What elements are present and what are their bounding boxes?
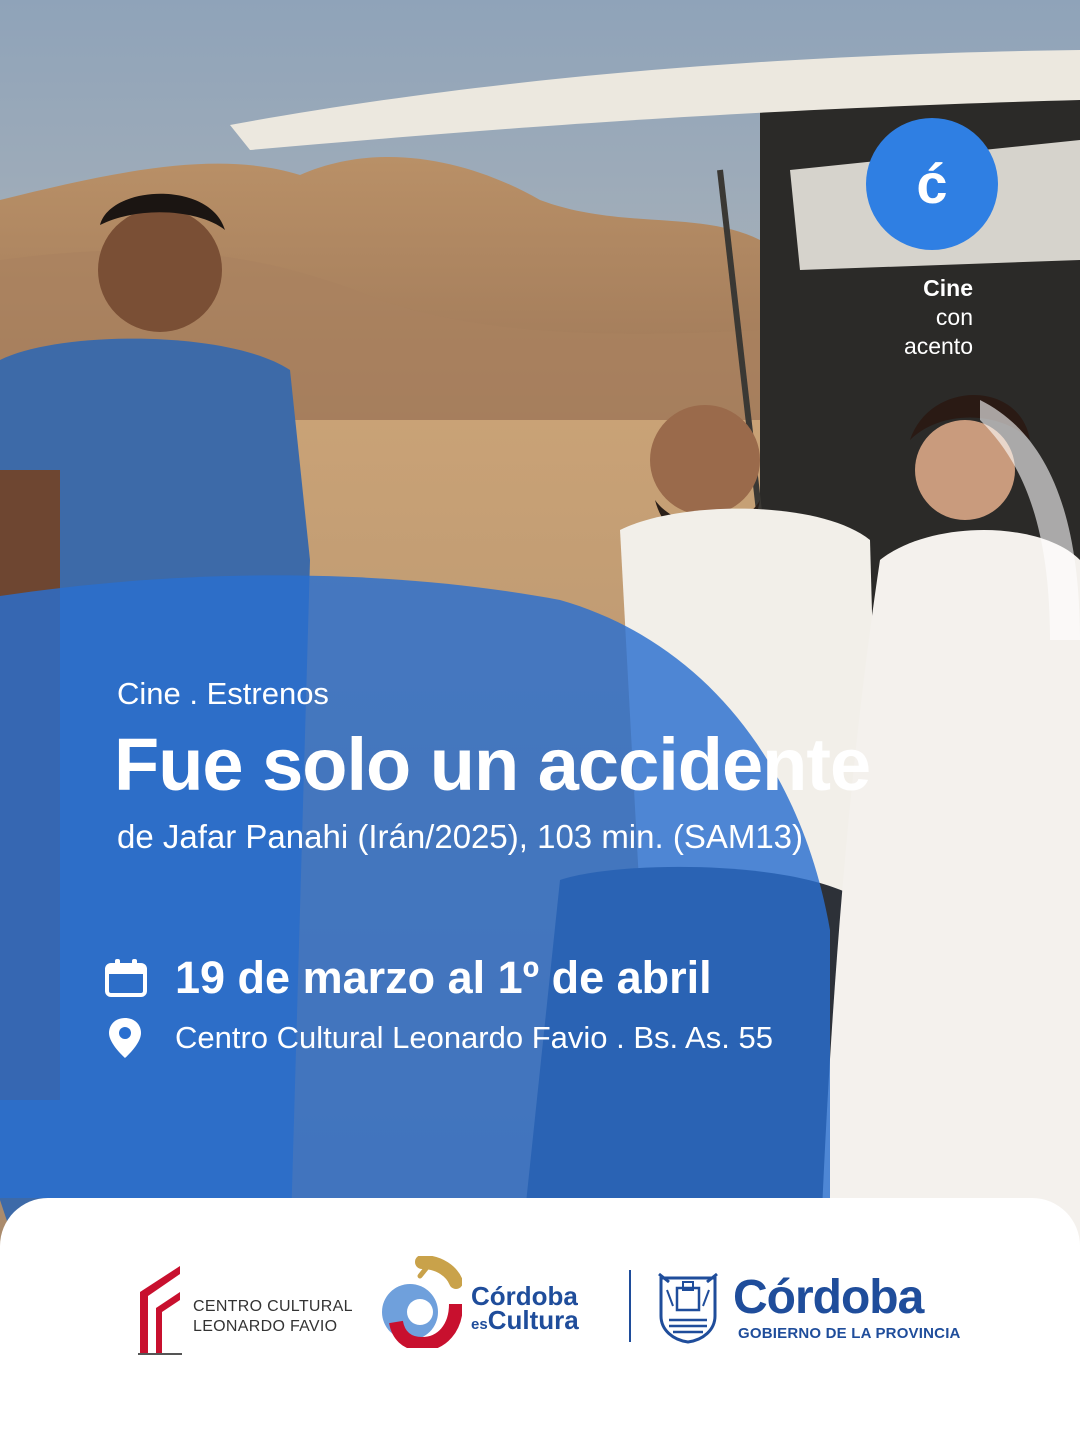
badge-tagline: Cine con acento	[904, 274, 973, 361]
cec-line-2: Cultura	[487, 1305, 579, 1335]
favio-logo-icon	[138, 1266, 182, 1355]
gobierno-cordoba-name: Córdoba	[733, 1271, 924, 1324]
favio-line-2: LEONARDO FAVIO	[193, 1318, 338, 1335]
logo-divider	[629, 1270, 631, 1342]
gobierno-cordoba-subtitle: GOBIERNO DE LA PROVINCIA	[738, 1325, 961, 1342]
tagline-line-3: acento	[903, 333, 973, 359]
tagline-line-1: Cine	[923, 275, 973, 301]
cine-con-acento-badge: ć	[866, 118, 998, 250]
calendar-icon	[105, 959, 147, 997]
location-pin-icon	[109, 1018, 141, 1058]
provincial-crest-icon	[658, 1272, 718, 1344]
cec-small-es: es	[471, 1316, 488, 1333]
event-category: Cine . Estrenos	[117, 676, 329, 711]
film-title: Fue solo un accidente	[114, 723, 871, 806]
cordoba-es-cultura-icon	[382, 1256, 462, 1348]
event-poster: ć Cine con acento Cine . Estrenos Fue so…	[0, 0, 1080, 1440]
tagline-line-2: con	[935, 304, 973, 330]
badge-letter: ć	[916, 152, 948, 215]
sponsor-footer: CENTRO CULTURAL LEONARDO FAVIO Córdoba e…	[0, 1198, 1080, 1440]
favio-line-1: CENTRO CULTURAL	[193, 1298, 353, 1315]
event-venue: Centro Cultural Leonardo Favio . Bs. As.…	[175, 1020, 773, 1055]
cordoba-es-cultura-text: Córdoba esCultura	[471, 1283, 579, 1337]
favio-logo-text: CENTRO CULTURAL LEONARDO FAVIO	[193, 1297, 353, 1337]
event-dates: 19 de marzo al 1º de abril	[175, 952, 712, 1003]
film-credits: de Jafar Panahi (Irán/2025), 103 min. (S…	[117, 818, 804, 855]
